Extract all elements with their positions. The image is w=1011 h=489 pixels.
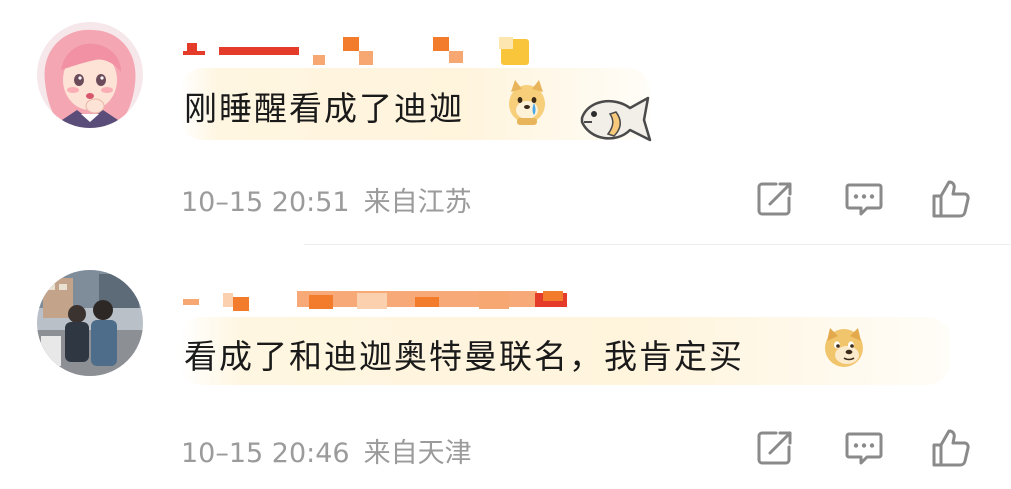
thumbs-up-icon bbox=[932, 180, 970, 218]
fish-sticker-icon bbox=[578, 92, 652, 152]
comment-location: 来自天津 bbox=[363, 438, 472, 469]
share-icon bbox=[757, 182, 792, 216]
share-icon bbox=[757, 431, 792, 465]
comment-time: 10–15 20:51 bbox=[181, 187, 350, 218]
comment-time: 10–15 20:46 bbox=[181, 438, 350, 469]
avatar[interactable] bbox=[37, 22, 143, 128]
doge-icon bbox=[822, 325, 866, 373]
doge-crying-icon bbox=[505, 78, 549, 130]
reply-button[interactable] bbox=[843, 178, 885, 220]
comment-item: 刚睡醒看成了迪迦 10–15 20:51 来自江苏 bbox=[0, 0, 1011, 244]
username[interactable] bbox=[183, 285, 583, 315]
comment-text: 看成了和迪迦奥特曼联名，我肯定买 bbox=[184, 337, 744, 376]
comment-text: 刚睡醒看成了迪迦 bbox=[184, 89, 464, 128]
comment-icon bbox=[845, 183, 883, 216]
comment-meta: 10–15 20:51 来自江苏 bbox=[181, 180, 472, 219]
comment-icon bbox=[845, 432, 883, 465]
username[interactable] bbox=[183, 35, 583, 65]
like-button[interactable] bbox=[930, 178, 972, 220]
thumbs-up-icon bbox=[932, 429, 970, 467]
share-button[interactable] bbox=[754, 178, 796, 220]
avatar[interactable] bbox=[37, 270, 143, 376]
like-button[interactable] bbox=[930, 427, 972, 469]
reply-button[interactable] bbox=[843, 427, 885, 469]
share-button[interactable] bbox=[754, 427, 796, 469]
comment-meta: 10–15 20:46 来自天津 bbox=[181, 431, 472, 470]
comment-item: 看成了和迪迦奥特曼联名，我肯定买 10–15 20:46 来自天津 bbox=[0, 245, 1011, 489]
comment-location: 来自江苏 bbox=[363, 187, 472, 218]
